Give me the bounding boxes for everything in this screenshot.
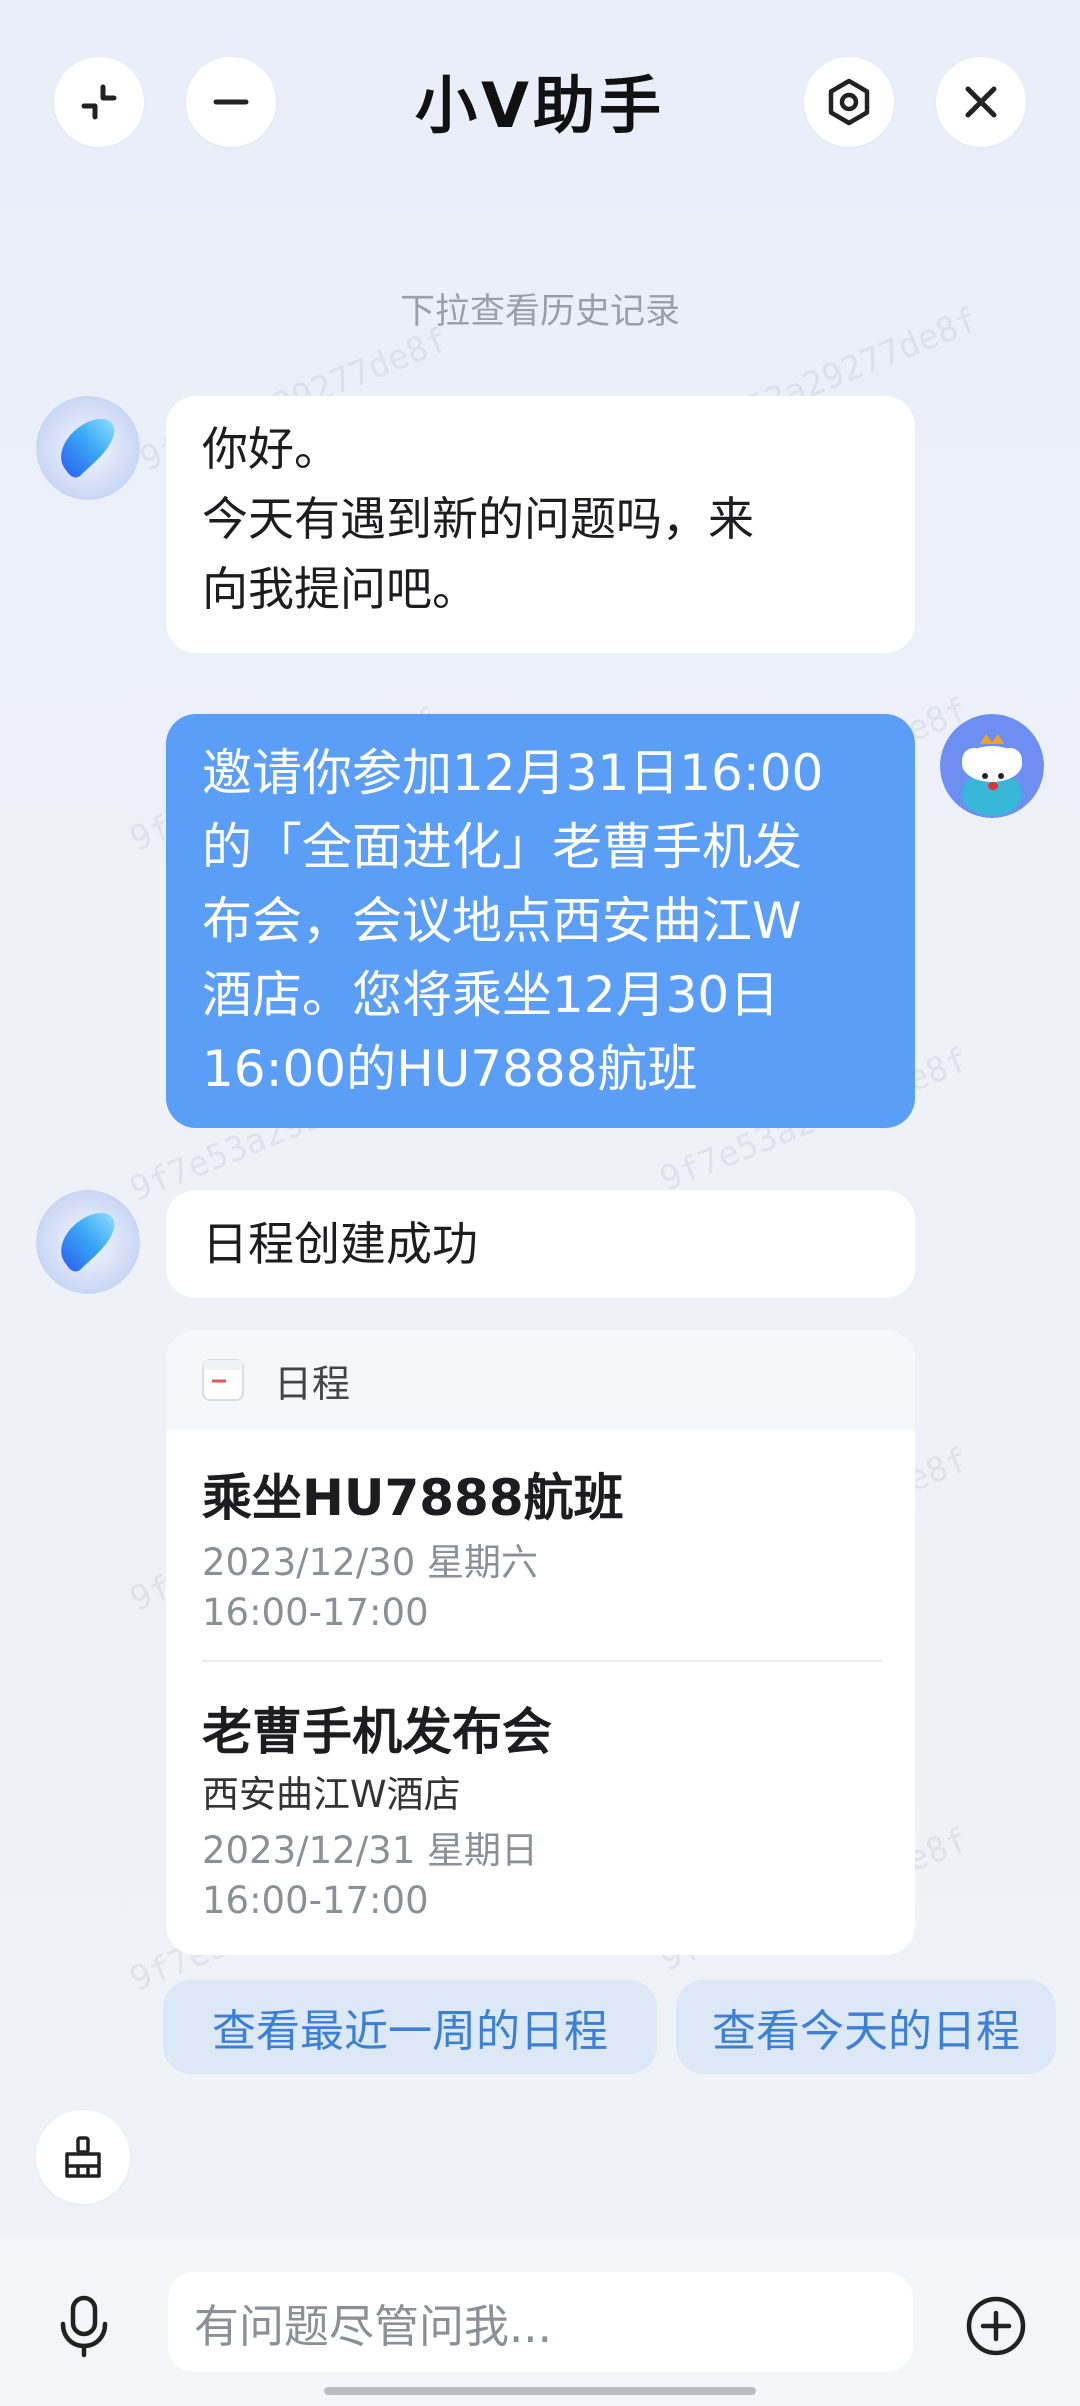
assistant-greeting-bubble: 你好。 今天有遇到新的问题吗，来 向我提问吧。 xyxy=(166,396,915,653)
schedule-event-launch[interactable]: 老曹手机发布会 西安曲江W酒店 2023/12/31 星期日 16:00-17:… xyxy=(202,1692,882,1926)
voice-input-button[interactable] xyxy=(48,2290,120,2362)
clear-chat-button[interactable] xyxy=(36,2110,130,2204)
settings-button[interactable] xyxy=(804,57,894,147)
schedule-event-flight[interactable]: 乘坐HU7888航班 2023/12/30 星期六 16:00-17:00 xyxy=(202,1458,882,1638)
event-location: 西安曲江W酒店 xyxy=(202,1773,461,1816)
suggestion-chip-week[interactable]: 查看最近一周的日程 xyxy=(163,1980,657,2074)
event-date: 2023/12/30 星期六 xyxy=(202,1541,539,1584)
event-divider xyxy=(202,1660,882,1662)
assistant-orb-icon xyxy=(36,396,140,500)
close-button[interactable] xyxy=(936,57,1026,147)
schedule-card[interactable]: 日程 乘坐HU7888航班 2023/12/30 星期六 16:00-17:00… xyxy=(166,1330,915,1955)
event-time: 16:00-17:00 xyxy=(202,1591,429,1634)
reply-text: 日程创建成功 xyxy=(202,1217,478,1271)
assistant-orb-icon xyxy=(36,1190,140,1294)
microphone-icon xyxy=(60,2295,108,2358)
schedule-card-label: 日程 xyxy=(274,1361,351,1406)
broom-icon xyxy=(65,2136,101,2178)
user-message-bubble: 邀请你参加12月31日16:00 的「全面进化」老曹手机发 布会，会议地点西安曲… xyxy=(166,714,915,1128)
close-icon xyxy=(965,86,997,118)
event-title: 乘坐HU7888航班 xyxy=(202,1469,624,1527)
home-indicator[interactable] xyxy=(324,2387,756,2395)
assistant-avatar xyxy=(36,396,140,500)
assistant-reply-bubble: 日程创建成功 xyxy=(166,1190,915,1298)
event-date: 2023/12/31 星期日 xyxy=(202,1829,539,1872)
user-message-text: 邀请你参加12月31日16:00 的「全面进化」老曹手机发 布会，会议地点西安曲… xyxy=(202,744,824,1098)
chat-input-placeholder: 有问题尽管问我... xyxy=(194,2299,552,2353)
suggestion-chip-today[interactable]: 查看今天的日程 xyxy=(676,1980,1056,2074)
event-title: 老曹手机发布会 xyxy=(202,1703,552,1761)
calendar-icon xyxy=(202,1359,244,1401)
history-hint[interactable]: 下拉查看历史记录 xyxy=(0,283,1080,334)
plus-circle-icon xyxy=(966,2296,1026,2356)
assistant-avatar xyxy=(36,1190,140,1294)
add-button[interactable] xyxy=(960,2290,1032,2362)
schedule-card-header: 日程 xyxy=(166,1330,915,1430)
chat-input[interactable]: 有问题尽管问我... xyxy=(168,2272,913,2372)
user-avatar-icon xyxy=(940,714,1044,818)
greeting-text: 你好。 今天有遇到新的问题吗，来 向我提问吧。 xyxy=(202,422,754,616)
page-title: 小V助手 xyxy=(415,69,665,142)
hexagon-settings-icon xyxy=(828,78,870,126)
user-avatar xyxy=(940,714,1044,818)
event-time: 16:00-17:00 xyxy=(202,1879,429,1922)
